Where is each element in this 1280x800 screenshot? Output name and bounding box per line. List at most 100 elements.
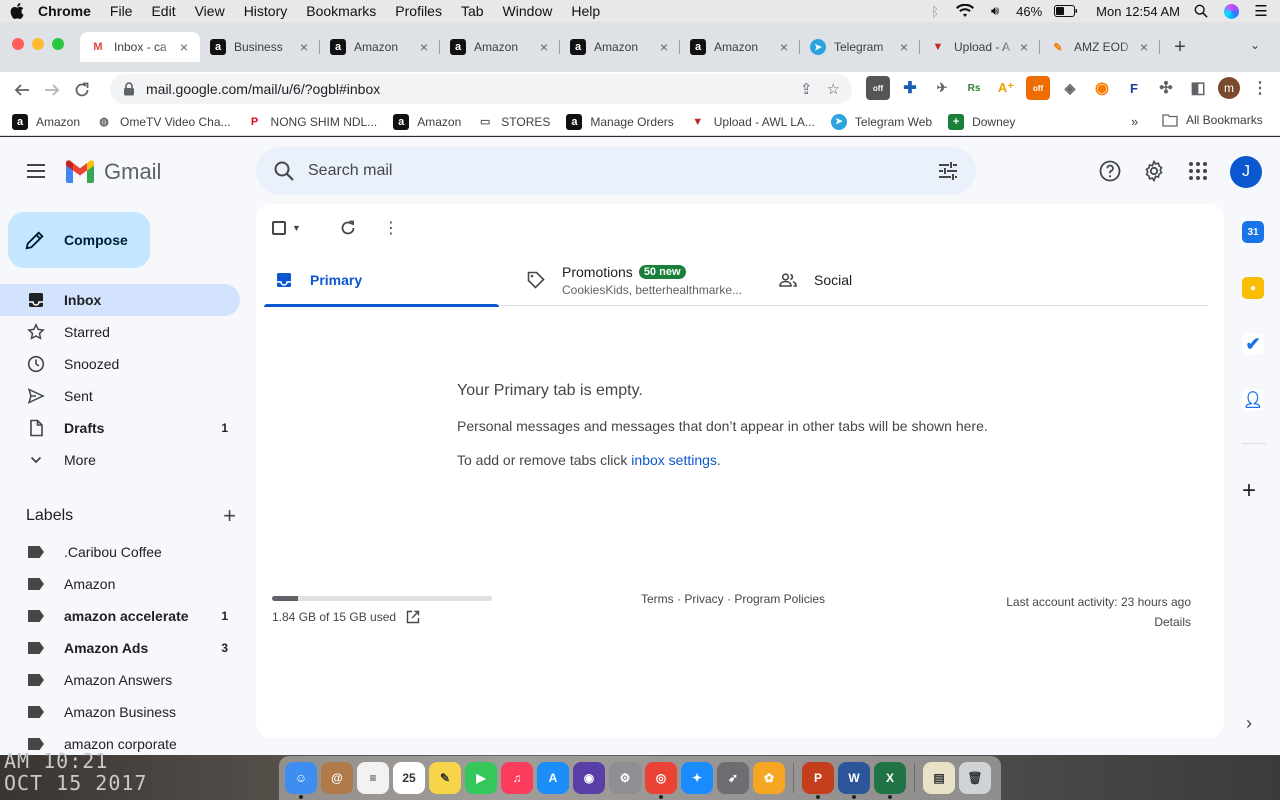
- wifi-icon[interactable]: [956, 4, 975, 18]
- menu-history[interactable]: History: [244, 3, 288, 19]
- profile-avatar[interactable]: m: [1218, 77, 1240, 99]
- label-item[interactable]: Amazon Ads 3: [0, 632, 240, 664]
- extension-a-plus-icon[interactable]: A⁺: [994, 76, 1018, 100]
- menubar-clock[interactable]: Mon 12:54 AM: [1096, 4, 1180, 19]
- control-center-icon[interactable]: ☰: [1252, 3, 1270, 20]
- extension-blue-globe-icon[interactable]: ✚: [898, 76, 922, 100]
- all-bookmarks-button[interactable]: All Bookmarks: [1162, 113, 1263, 127]
- nav-item-sent[interactable]: Sent: [0, 380, 240, 412]
- search-input[interactable]: Search mail: [308, 162, 936, 180]
- lock-icon[interactable]: [122, 82, 136, 96]
- menu-view[interactable]: View: [195, 3, 225, 19]
- back-button[interactable]: [7, 75, 37, 105]
- share-icon[interactable]: ⇪: [800, 80, 813, 98]
- close-tab-icon[interactable]: ×: [656, 39, 672, 55]
- dock-notes-icon[interactable]: ✎: [429, 762, 461, 794]
- dock-system-preferences-icon[interactable]: ⚙: [609, 762, 641, 794]
- close-tab-icon[interactable]: ×: [296, 39, 312, 55]
- nav-item-snoozed[interactable]: Snoozed: [0, 348, 240, 380]
- menu-bookmarks[interactable]: Bookmarks: [306, 3, 376, 19]
- close-tab-icon[interactable]: ×: [776, 39, 792, 55]
- gmail-logo[interactable]: Gmail: [64, 159, 161, 185]
- bookmark-item[interactable]: + Downey: [948, 113, 1015, 130]
- browser-tab[interactable]: ▼ Upload - A ×: [920, 32, 1040, 62]
- dock-chrome-icon[interactable]: ◎: [645, 762, 677, 799]
- volume-icon[interactable]: 🔊︎: [986, 3, 1004, 18]
- tab-search-chevron-icon[interactable]: ⌄: [1250, 38, 1260, 52]
- inbox-settings-link[interactable]: inbox settings: [631, 452, 717, 468]
- side-panel-icon[interactable]: ◧: [1186, 76, 1210, 100]
- dock-finder-icon[interactable]: ☺: [285, 762, 317, 799]
- contacts-icon[interactable]: 👤︎: [1242, 389, 1264, 411]
- menu-file[interactable]: File: [110, 3, 133, 19]
- nav-item-drafts[interactable]: Drafts 1: [0, 412, 240, 444]
- bookmark-star-icon[interactable]: ☆: [827, 80, 840, 98]
- bookmark-item[interactable]: P NONG SHIM NDL...: [247, 114, 377, 130]
- close-tab-icon[interactable]: ×: [896, 39, 912, 55]
- browser-tab[interactable]: ➤ Telegram ×: [800, 32, 920, 62]
- search-icon[interactable]: [272, 159, 296, 183]
- extensions-puzzle-icon[interactable]: ✣: [1154, 76, 1178, 100]
- dock-trash-icon[interactable]: 🗑: [959, 762, 991, 794]
- browser-tab[interactable]: a Business ×: [200, 32, 320, 62]
- menu-edit[interactable]: Edit: [151, 3, 175, 19]
- keep-icon[interactable]: ●: [1242, 277, 1264, 299]
- new-tab-button[interactable]: +: [1170, 36, 1190, 59]
- close-tab-icon[interactable]: ×: [536, 39, 552, 55]
- dock-launchpad-icon[interactable]: ➶: [717, 762, 749, 794]
- tab-promotions[interactable]: Promotions 50 new CookiesKids, betterhea…: [516, 254, 751, 306]
- extension-cube-icon[interactable]: ◈: [1058, 76, 1082, 100]
- bookmark-item[interactable]: ▼ Upload - AWL LA...: [690, 114, 815, 130]
- bookmark-item[interactable]: ◍ OmeTV Video Cha...: [96, 114, 230, 130]
- nav-item-starred[interactable]: Starred: [0, 316, 240, 348]
- tab-primary[interactable]: Primary: [264, 254, 499, 307]
- footer-links[interactable]: Terms · Privacy · Program Policies: [641, 592, 825, 606]
- siri-icon[interactable]: [1222, 3, 1240, 19]
- create-label-button[interactable]: +: [223, 503, 236, 529]
- compose-button[interactable]: Compose: [8, 212, 150, 268]
- bookmark-item[interactable]: ➤ Telegram Web: [830, 113, 932, 130]
- search-bar[interactable]: Search mail: [256, 147, 976, 195]
- dock-contacts-icon[interactable]: @: [321, 762, 353, 794]
- activity-details-link[interactable]: Details: [1006, 612, 1191, 632]
- extension-plane-icon[interactable]: ✈: [930, 76, 954, 100]
- support-icon[interactable]: [1098, 159, 1122, 183]
- address-url[interactable]: mail.google.com/mail/u/6/?ogbl#inbox: [146, 81, 786, 97]
- nav-item-more[interactable]: More: [0, 444, 240, 476]
- label-item[interactable]: Amazon Answers: [0, 664, 240, 696]
- extension-orange-circle-icon[interactable]: ◉: [1090, 76, 1114, 100]
- extension-off-orange-icon[interactable]: off: [1026, 76, 1050, 100]
- menu-window[interactable]: Window: [503, 3, 553, 19]
- label-item[interactable]: Amazon: [0, 568, 240, 600]
- dock-facetime-icon[interactable]: ▶: [465, 762, 497, 794]
- dock-safari-icon[interactable]: ✦: [681, 762, 713, 794]
- menu-app-name[interactable]: Chrome: [38, 3, 91, 19]
- select-all-checkbox[interactable]: ▼: [272, 221, 301, 235]
- search-options-icon[interactable]: [936, 159, 960, 183]
- select-dropdown-chevron-icon[interactable]: ▼: [292, 223, 301, 233]
- bluetooth-icon[interactable]: ᛒ: [926, 4, 944, 19]
- dock-word-icon[interactable]: W: [838, 762, 870, 799]
- label-item[interactable]: Amazon Business: [0, 696, 240, 728]
- dock-music-icon[interactable]: ♫: [501, 762, 533, 794]
- browser-tab[interactable]: a Amazon ×: [320, 32, 440, 62]
- dock-powerpoint-icon[interactable]: P: [802, 762, 834, 799]
- dock-reminders-icon[interactable]: ≡: [357, 762, 389, 794]
- label-item[interactable]: .Caribou Coffee: [0, 536, 240, 568]
- apple-icon[interactable]: [10, 3, 24, 19]
- menu-profiles[interactable]: Profiles: [395, 3, 442, 19]
- extension-f-icon[interactable]: F: [1122, 76, 1146, 100]
- bookmark-item[interactable]: a Amazon: [393, 113, 461, 130]
- tasks-icon[interactable]: ✔: [1242, 333, 1264, 355]
- more-actions-icon[interactable]: ⋮: [383, 218, 399, 238]
- browser-tab[interactable]: ✎ AMZ EOD ×: [1040, 32, 1160, 62]
- label-item[interactable]: amazon accelerate 1: [0, 600, 240, 632]
- close-tab-icon[interactable]: ×: [416, 39, 432, 55]
- dock-preview-icon[interactable]: ▤: [923, 762, 955, 794]
- browser-tab[interactable]: a Amazon ×: [440, 32, 560, 62]
- menu-tab[interactable]: Tab: [461, 3, 484, 19]
- dock-calendar-icon[interactable]: 25: [393, 762, 425, 794]
- close-tab-icon[interactable]: ×: [1136, 39, 1152, 55]
- apps-grid-icon[interactable]: [1186, 159, 1210, 183]
- reload-button[interactable]: [67, 75, 97, 105]
